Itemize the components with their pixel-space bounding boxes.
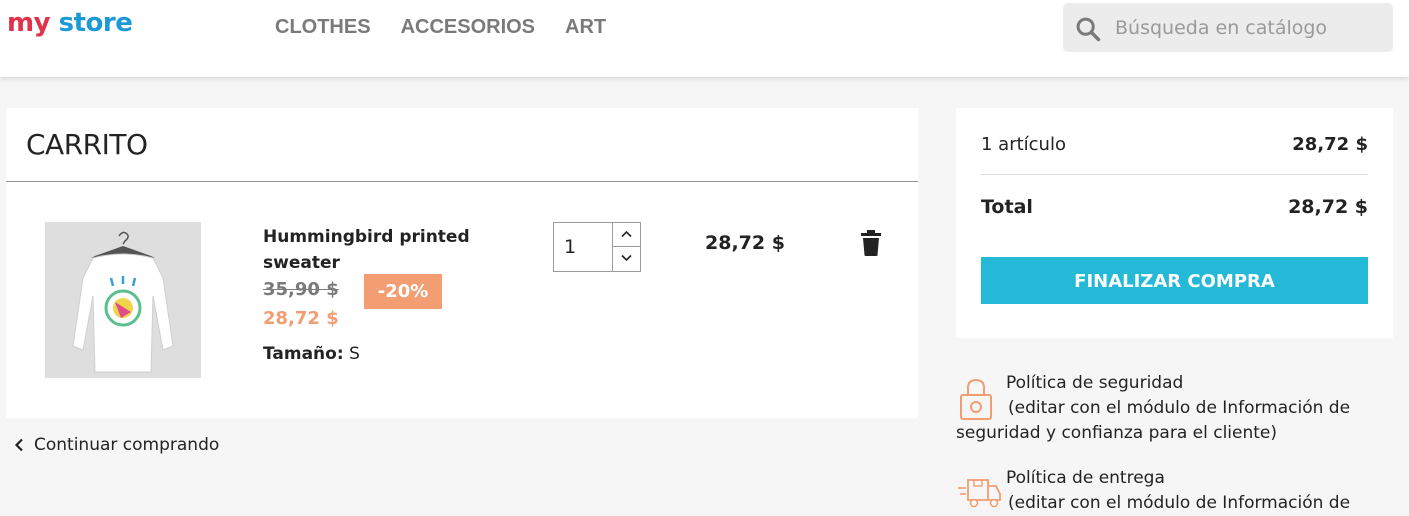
size-value: S [349, 344, 360, 364]
quantity-down-button[interactable] [612, 247, 640, 271]
cart-title: CARRITO [26, 128, 148, 161]
items-subtotal: 28,72 $ [1292, 134, 1368, 155]
search-input[interactable] [1113, 13, 1387, 43]
chevron-down-icon [621, 254, 632, 262]
search-box [1063, 3, 1393, 52]
quantity-up-button[interactable] [612, 223, 640, 247]
summary-items-row: 1 artículo 28,72 $ [981, 134, 1368, 155]
nav-art[interactable]: ART [565, 15, 606, 39]
continue-label: Continuar comprando [34, 435, 220, 455]
nav-accesorios[interactable]: ACCESORIOS [401, 15, 535, 39]
site-header: my store CLOTHES ACCESORIOS ART [0, 0, 1409, 77]
items-count: 1 artículo [981, 134, 1066, 155]
line-total: 28,72 $ [705, 232, 785, 254]
total-label: Total [981, 196, 1033, 218]
cart-panel: CARRITO Hummingbird printed sweater 35,9… [6, 108, 918, 418]
quantity-stepper [553, 222, 641, 272]
total-value: 28,72 $ [1288, 196, 1368, 218]
reassurance-security: Política de seguridad (editar con el mód… [956, 371, 1393, 451]
security-title: Política de seguridad [1006, 373, 1184, 393]
divider [981, 174, 1368, 175]
main-nav: CLOTHES ACCESORIOS ART [275, 15, 606, 39]
delivery-description: (editar con el módulo de Información de [1008, 493, 1351, 513]
summary-total-row: Total 28,72 $ [981, 196, 1368, 218]
regular-price: 35,90 $ [263, 279, 339, 300]
cart-summary: 1 artículo 28,72 $ Total 28,72 $ FINALIZ… [956, 108, 1393, 338]
search-icon[interactable] [1074, 15, 1102, 43]
sweater-image [72, 231, 174, 373]
product-image[interactable] [45, 222, 201, 378]
delivery-title: Política de entrega [1006, 468, 1165, 488]
size-label: Tamaño: [263, 344, 344, 364]
store-logo[interactable]: my store [7, 6, 133, 40]
current-price: 28,72 $ [263, 308, 339, 329]
reassurance-delivery: Política de entrega (editar con el módul… [956, 466, 1393, 513]
discount-badge: -20% [364, 274, 442, 309]
chevron-left-icon [14, 438, 23, 452]
nav-clothes[interactable]: CLOTHES [275, 15, 371, 39]
checkout-button[interactable]: FINALIZAR COMPRA [981, 257, 1368, 304]
divider [6, 181, 918, 182]
security-description: (editar con el módulo de Información de … [956, 398, 1351, 443]
trash-icon[interactable] [861, 230, 881, 256]
chevron-up-icon [621, 230, 632, 238]
product-name[interactable]: Hummingbird printed sweater [263, 224, 483, 276]
continue-shopping-link[interactable]: Continuar comprando [14, 435, 219, 455]
quantity-input[interactable] [554, 223, 612, 271]
product-size: Tamaño: S [263, 344, 360, 364]
